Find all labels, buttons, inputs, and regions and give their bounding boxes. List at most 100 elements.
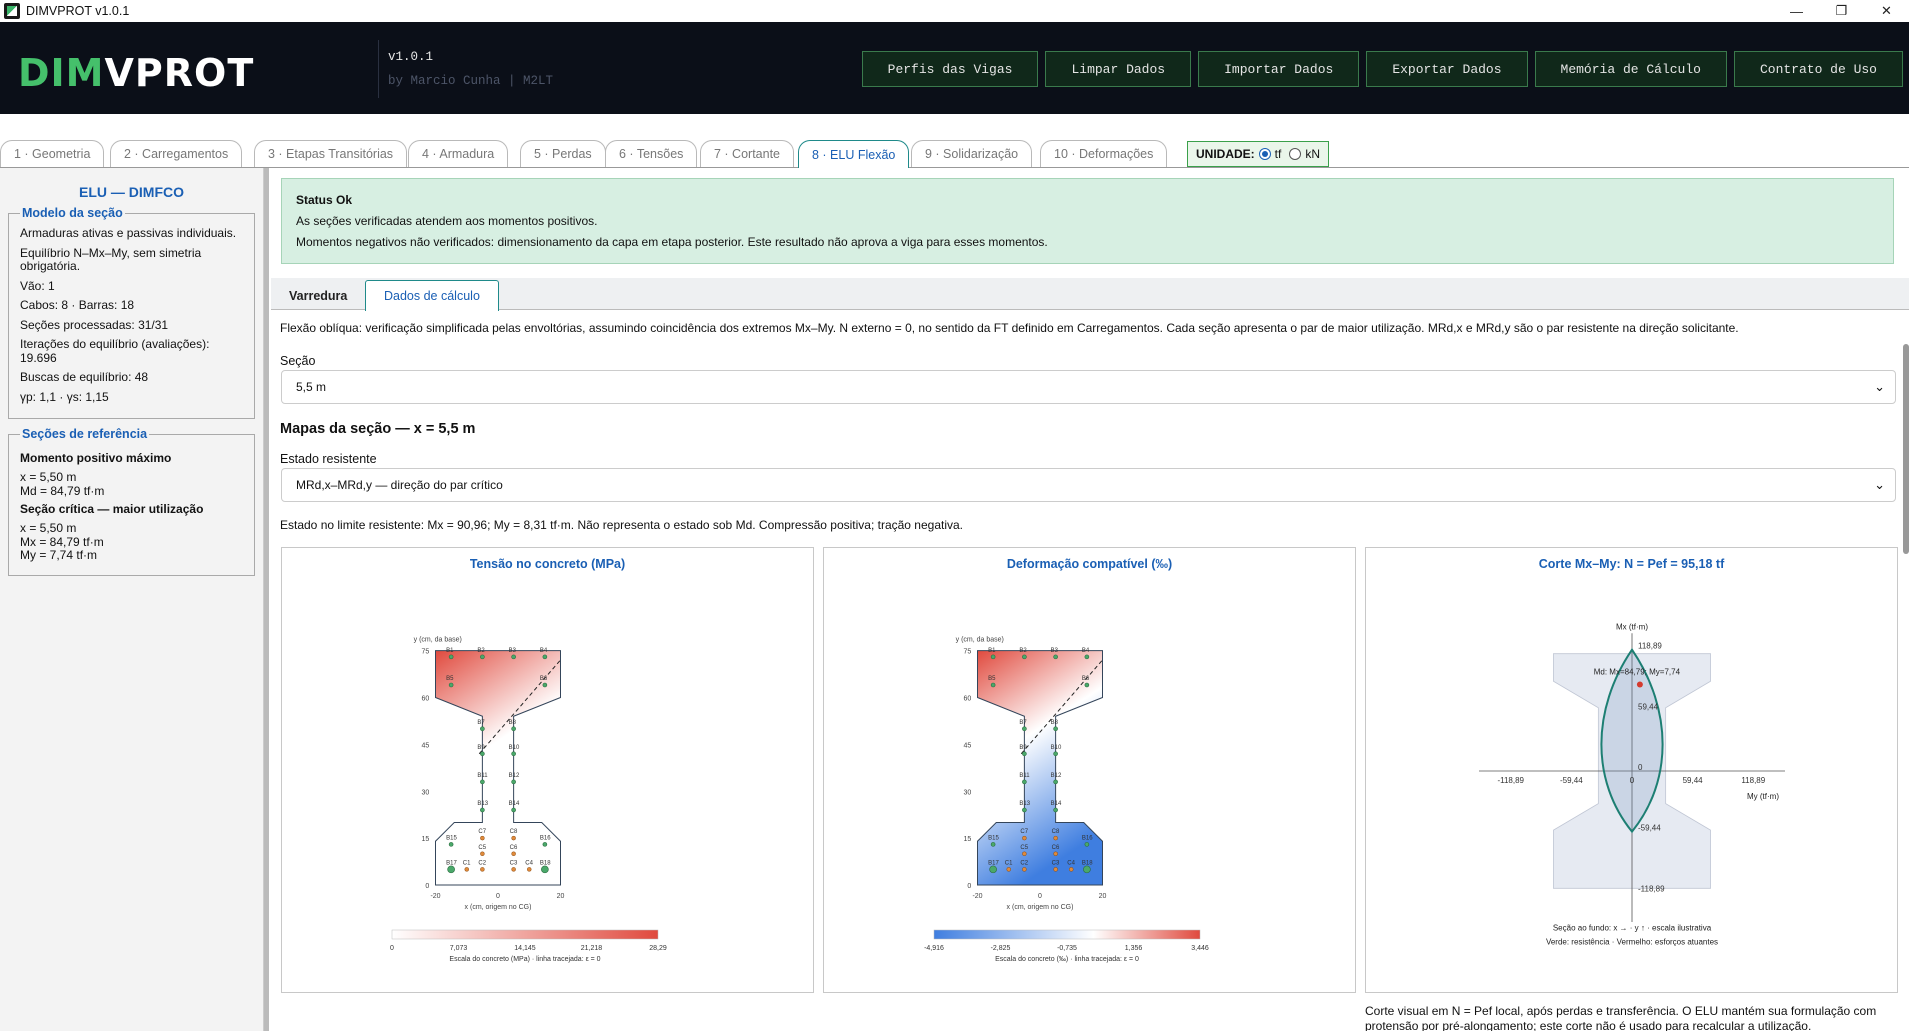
cable-dot bbox=[1053, 835, 1058, 841]
bar-label: B12 bbox=[509, 773, 520, 779]
reference-box: Seções de referência Momento positivo má… bbox=[8, 427, 255, 576]
header-button-2[interactable]: Importar Dados bbox=[1198, 51, 1360, 87]
x-tick: -20 bbox=[972, 893, 982, 900]
bar-label: B2 bbox=[477, 648, 485, 654]
tab-varredura[interactable]: Varredura bbox=[271, 280, 365, 311]
estado-label: Estado resistente bbox=[280, 452, 377, 466]
tab-6[interactable]: 6 · Tensões bbox=[605, 140, 698, 167]
bar-dot bbox=[542, 682, 548, 688]
x-tick: 20 bbox=[557, 893, 565, 900]
bar-dot bbox=[990, 842, 996, 847]
y-tick: 45 bbox=[963, 742, 971, 749]
y-tick: 0 bbox=[967, 883, 971, 890]
bar-dot bbox=[1084, 654, 1090, 660]
bar-dot bbox=[1053, 751, 1058, 757]
bar-label: B5 bbox=[446, 676, 454, 682]
tab-4[interactable]: 4 · Armadura bbox=[408, 140, 509, 167]
strain-panel: Deformação compatível (‰) y (cm, da base… bbox=[823, 547, 1356, 993]
minimize-icon[interactable]: — bbox=[1774, 0, 1819, 22]
status-box: Status Ok As seções verificadas atendem … bbox=[281, 178, 1894, 264]
cable-label: C7 bbox=[1020, 829, 1028, 835]
y-tick: 59,44 bbox=[1638, 702, 1659, 711]
color-scale bbox=[391, 929, 659, 940]
header-button-4[interactable]: Memória de Cálculo bbox=[1534, 51, 1727, 87]
bar-dot bbox=[1053, 779, 1058, 785]
close-icon[interactable]: ✕ bbox=[1864, 0, 1909, 22]
app-header: DIMVPROT v1.0.1 by Marcio Cunha | M2LT P… bbox=[0, 22, 1909, 114]
model-line: Armaduras ativas e passivas individuais. bbox=[20, 226, 237, 240]
bar-dot bbox=[511, 726, 516, 732]
estado-desc: Estado no limite resistente: Mx = 90,96;… bbox=[280, 518, 964, 532]
tab-3[interactable]: 3 · Etapas Transitórias bbox=[254, 140, 408, 167]
section-outline bbox=[977, 650, 1103, 886]
tab-5[interactable]: 5 · Perdas bbox=[520, 140, 606, 167]
cable-label: C1 bbox=[463, 860, 471, 866]
sidebar: ELU — DIMFCO Modelo da seção Armaduras a… bbox=[0, 168, 264, 1031]
scale-tick: 21,218 bbox=[581, 945, 603, 952]
tab-10[interactable]: 10 · Deformações bbox=[1040, 140, 1168, 167]
unit-kn-radio[interactable] bbox=[1289, 148, 1302, 160]
bar-dot bbox=[511, 779, 516, 785]
bar-dot bbox=[1053, 654, 1058, 660]
main-content: Status Ok As seções verificadas atendem … bbox=[271, 168, 1909, 1031]
cable-dot bbox=[1022, 867, 1027, 872]
bar-label: B5 bbox=[988, 676, 996, 682]
bar-dot bbox=[1022, 654, 1027, 660]
x-tick: -20 bbox=[430, 893, 440, 900]
main-tabs: 1 · Geometria 2 · Carregamentos 3 · Etapas… bbox=[0, 114, 1909, 168]
bar-label: B10 bbox=[1051, 745, 1062, 751]
bar-label: B15 bbox=[446, 835, 457, 841]
cable-label: C7 bbox=[478, 829, 486, 835]
model-box: Modelo da seção Armaduras ativas e passi… bbox=[8, 206, 255, 419]
bar-dot bbox=[480, 751, 485, 757]
scale-caption: Escala do concreto (‰) · linha tracejada… bbox=[995, 956, 1139, 963]
header-button-3[interactable]: Exportar Dados bbox=[1366, 51, 1528, 87]
tab-9[interactable]: 9 · Solidarização bbox=[911, 140, 1033, 167]
app-icon bbox=[4, 3, 20, 19]
estado-select[interactable]: MRd,x–MRd,y — direção do par crítico ⌄ bbox=[281, 468, 1896, 502]
cable-label: C8 bbox=[1052, 829, 1060, 835]
header-button-5[interactable]: Contrato de Uso bbox=[1733, 51, 1903, 87]
y-tick: 75 bbox=[963, 649, 971, 656]
scale-tick: 7,073 bbox=[450, 945, 468, 952]
stress-panel: Tensão no concreto (MPa) y (cm, da base)… bbox=[281, 547, 814, 993]
unit-tf-radio[interactable] bbox=[1258, 148, 1271, 160]
tab-8[interactable]: 8 · ELU Flexão bbox=[798, 140, 910, 168]
unit-selector: UNIDADE: tf kN bbox=[1187, 141, 1330, 167]
section-outline bbox=[435, 650, 561, 886]
bar-dot bbox=[511, 654, 516, 660]
bar-dot bbox=[1022, 751, 1027, 757]
x-tick: 0 bbox=[1038, 893, 1042, 900]
bar-label: B2 bbox=[1019, 648, 1027, 654]
scale-tick: 28,29 bbox=[649, 945, 667, 952]
cable-dot bbox=[1053, 851, 1058, 856]
cable-dot bbox=[511, 835, 516, 841]
bar-label: B7 bbox=[1019, 720, 1027, 726]
tab-dados-calculo[interactable]: Dados de cálculo bbox=[365, 280, 499, 311]
scale-tick: 1,356 bbox=[1125, 945, 1143, 952]
y-tick: 45 bbox=[421, 742, 429, 749]
bar-dot bbox=[542, 842, 548, 847]
bar-label: B14 bbox=[509, 801, 520, 807]
header-button-1[interactable]: Limpar Dados bbox=[1045, 51, 1192, 87]
chevron-down-icon: ⌄ bbox=[1874, 379, 1885, 394]
x-tick: 118,89 bbox=[1741, 776, 1765, 785]
color-scale bbox=[933, 929, 1201, 940]
bar-label: B6 bbox=[1082, 676, 1090, 682]
restore-icon[interactable]: ❐ bbox=[1819, 0, 1864, 22]
model-line: Iterações do equilíbrio (avaliações): 19… bbox=[20, 337, 210, 365]
bar-label: B12 bbox=[1051, 773, 1062, 779]
cable-label: C3 bbox=[1052, 860, 1060, 866]
model-line: Buscas de equilíbrio: 48 bbox=[20, 370, 149, 384]
tab-7[interactable]: 7 · Cortante bbox=[700, 140, 795, 167]
byline: by Marcio Cunha | M2LT bbox=[388, 74, 554, 88]
tab-1[interactable]: 1 · Geometria bbox=[0, 140, 105, 167]
window-titlebar: DIMVPROT v1.0.1 — ❐ ✕ bbox=[0, 0, 1909, 22]
header-button-0[interactable]: Perfis das Vigas bbox=[861, 51, 1039, 87]
cable-dot bbox=[511, 851, 516, 856]
secao-select[interactable]: 5,5 m ⌄ bbox=[281, 370, 1896, 404]
md-point bbox=[1636, 681, 1643, 688]
bar-label: B11 bbox=[477, 773, 488, 779]
scale-tick: 3,446 bbox=[1191, 945, 1209, 952]
tab-2[interactable]: 2 · Carregamentos bbox=[110, 140, 243, 167]
